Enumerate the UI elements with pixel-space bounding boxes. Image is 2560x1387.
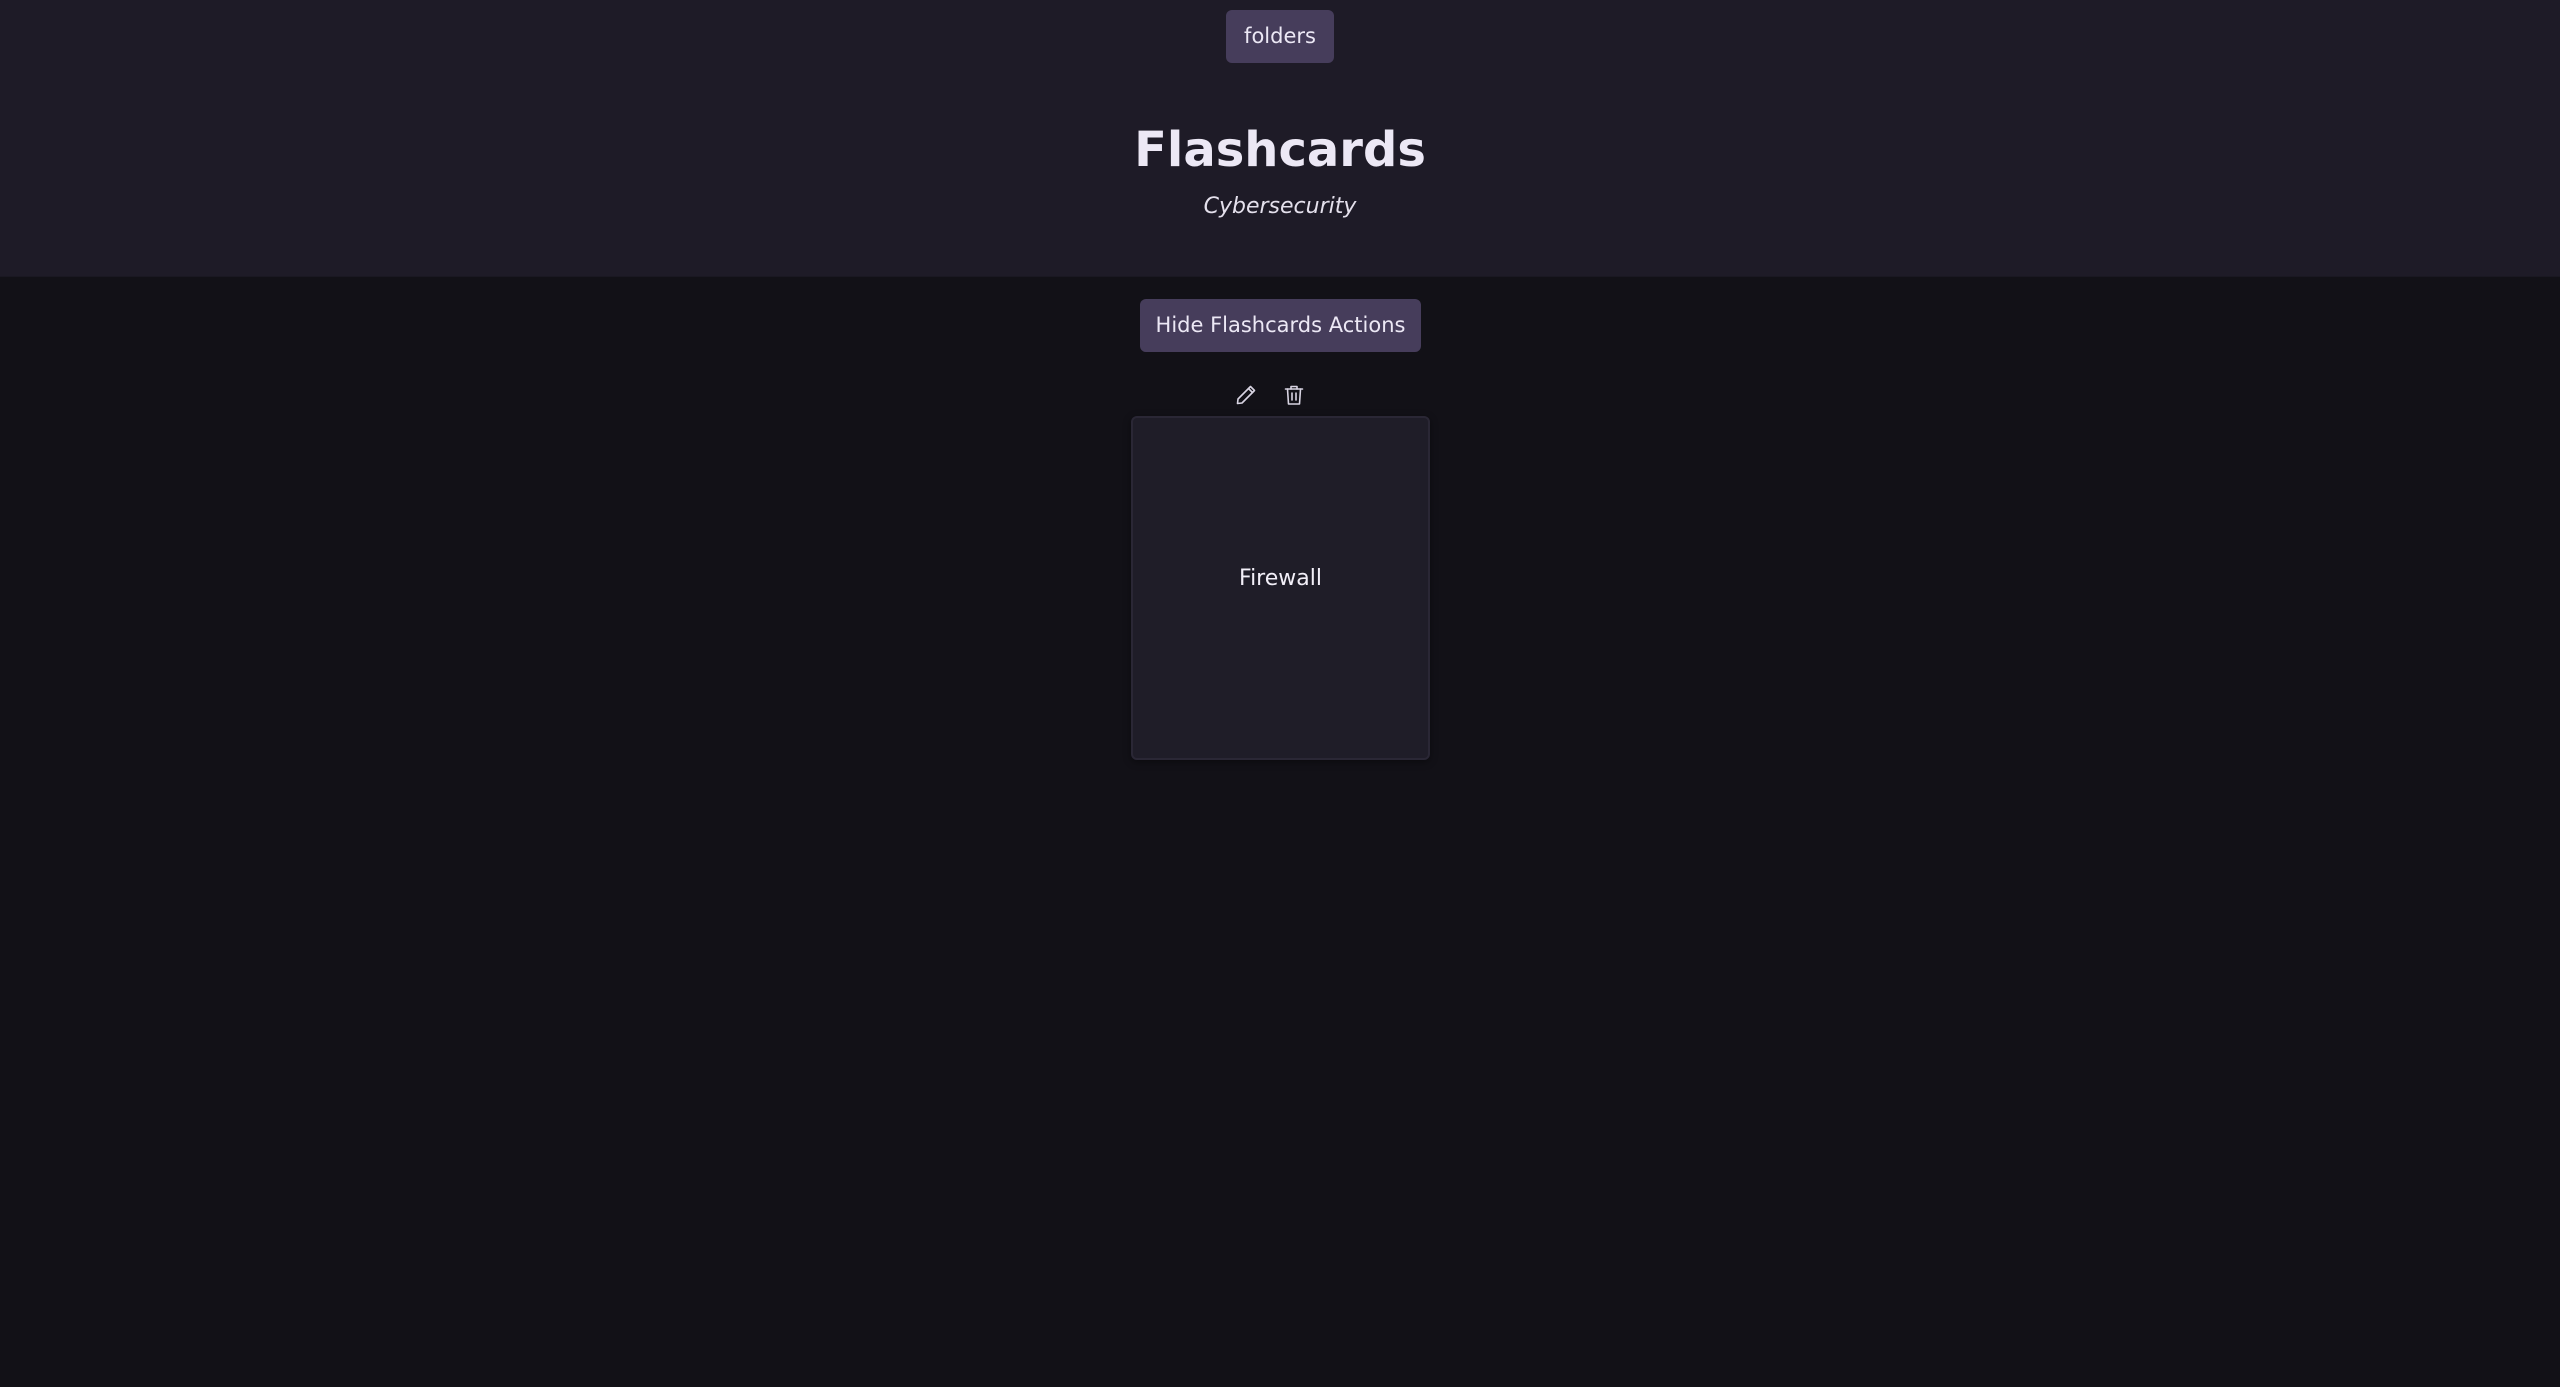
delete-button[interactable] [1280,381,1308,409]
page-title: Flashcards [1134,122,1426,178]
toggle-flashcards-actions-button[interactable]: Hide Flashcards Actions [1140,299,1421,352]
folders-button[interactable]: folders [1226,10,1334,63]
page-header: folders Flashcards Cybersecurity [0,0,2560,277]
edit-button[interactable] [1232,381,1260,409]
flashcard-front-text: Firewall [1239,565,1322,591]
pencil-icon [1236,385,1256,405]
flashcard-actions [1232,380,1308,410]
flashcard[interactable]: Firewall [1131,416,1430,760]
page-subtitle: Cybersecurity [1203,194,1357,219]
trash-icon [1284,385,1304,405]
